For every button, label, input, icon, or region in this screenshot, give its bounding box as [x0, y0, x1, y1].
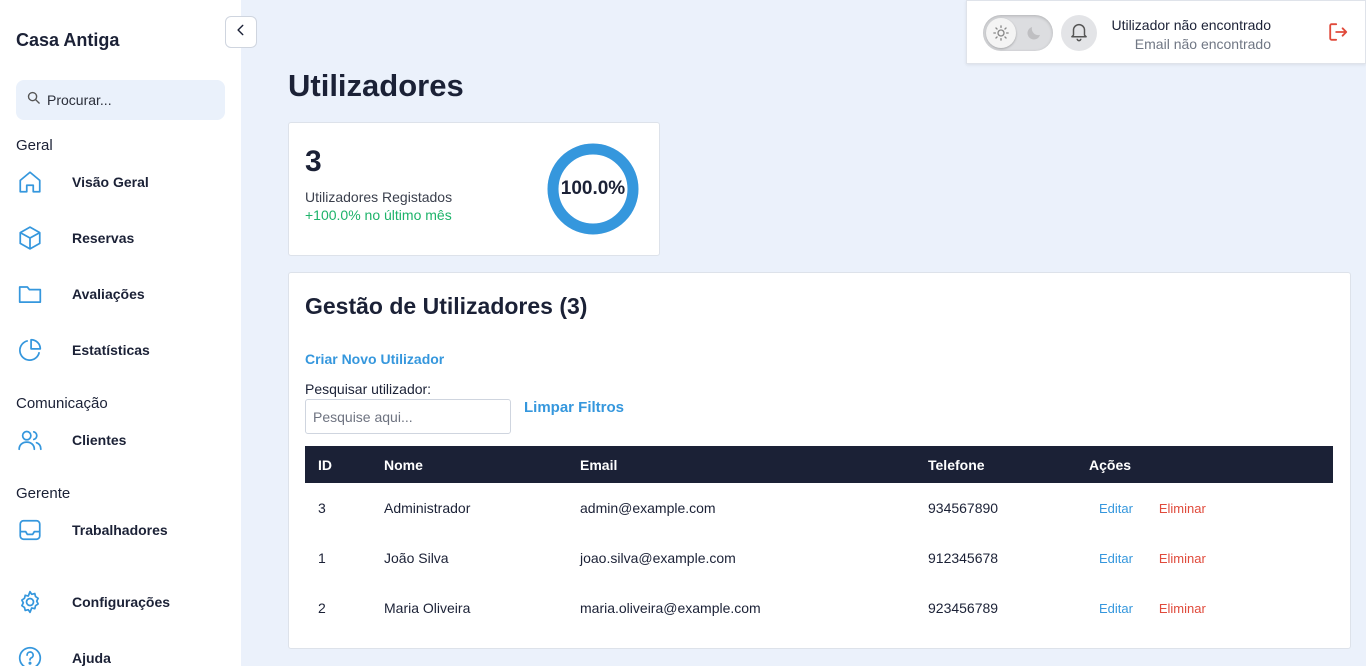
cell-id: 3	[318, 500, 326, 516]
search-icon	[26, 90, 41, 110]
page-title: Utilizadores	[288, 68, 464, 103]
sidebar-item-label: Visão Geral	[72, 174, 149, 190]
table-row: 1 João Silva joao.silva@example.com 9123…	[305, 533, 1333, 583]
search-user-label: Pesquisar utilizador:	[305, 381, 432, 397]
sidebar-item-ajuda[interactable]: Ajuda	[16, 642, 226, 666]
sun-icon	[986, 18, 1016, 48]
sidebar-item-label: Avaliações	[72, 286, 145, 302]
table-header-row: ID Nome Email Telefone Ações	[305, 446, 1333, 483]
cell-telefone: 934567890	[928, 500, 999, 516]
cell-nome: João Silva	[384, 550, 449, 566]
gear-icon	[16, 588, 44, 616]
cell-telefone: 923456789	[928, 600, 999, 616]
cell-email: joao.silva@example.com	[580, 550, 736, 566]
section-title-geral: Geral	[16, 137, 53, 154]
cell-email: maria.oliveira@example.com	[580, 600, 761, 616]
sidebar-collapse-button[interactable]	[225, 16, 257, 48]
theme-toggle[interactable]	[983, 15, 1053, 51]
section-title-comunicacao: Comunicação	[16, 395, 108, 412]
cell-id: 1	[318, 550, 326, 566]
cell-acoes: Editar Eliminar	[1089, 583, 1333, 633]
delete-button[interactable]: Eliminar	[1159, 551, 1206, 566]
edit-button[interactable]: Editar	[1099, 501, 1133, 516]
column-header-email: Email	[580, 456, 618, 473]
users-table: ID Nome Email Telefone Ações 3 Administr…	[305, 446, 1333, 633]
sidebar-item-visao-geral[interactable]: Visão Geral	[16, 166, 226, 198]
sidebar-item-configuracoes[interactable]: Configurações	[16, 586, 226, 618]
cell-acoes: Editar Eliminar	[1089, 533, 1333, 583]
users-count-label: Utilizadores Registados	[305, 189, 453, 205]
section-title-gerente: Gerente	[16, 485, 71, 502]
sidebar-item-trabalhadores[interactable]: Trabalhadores	[16, 514, 226, 546]
folder-icon	[16, 280, 44, 308]
sidebar-item-estatisticas[interactable]: Estatísticas	[16, 334, 226, 366]
create-user-link[interactable]: Criar Novo Utilizador	[305, 351, 444, 367]
cell-nome: Maria Oliveira	[384, 600, 471, 616]
sidebar-item-clientes[interactable]: Clientes	[16, 424, 226, 456]
edit-button[interactable]: Editar	[1099, 551, 1133, 566]
cell-acoes: Editar Eliminar	[1089, 483, 1333, 533]
delete-button[interactable]: Eliminar	[1159, 501, 1206, 516]
users-count: 3	[305, 145, 322, 178]
column-header-nome: Nome	[384, 456, 423, 473]
sidebar-item-label: Clientes	[72, 432, 127, 448]
search-user-input[interactable]	[305, 399, 511, 434]
user-name: Utilizador não encontrado	[1111, 17, 1271, 33]
user-management-card: Gestão de Utilizadores (3) Criar Novo Ut…	[288, 272, 1351, 649]
brand-name: Casa Antiga	[16, 30, 120, 50]
column-header-acoes: Ações	[1089, 456, 1132, 473]
help-icon	[16, 644, 44, 666]
management-title: Gestão de Utilizadores (3)	[305, 293, 588, 319]
users-icon	[16, 426, 44, 454]
chevron-left-icon	[234, 23, 248, 42]
cell-telefone: 912345678	[928, 550, 999, 566]
cell-nome: Administrador	[384, 500, 471, 516]
sidebar-item-label: Configurações	[72, 594, 171, 610]
column-header-telefone: Telefone	[928, 456, 985, 473]
box-icon	[16, 224, 44, 252]
table-row: 2 Maria Oliveira maria.oliveira@example.…	[305, 583, 1333, 633]
sidebar-search-placeholder: Procurar...	[47, 92, 112, 108]
users-growth: +100.0% no último mês	[305, 207, 452, 223]
sidebar-item-label: Trabalhadores	[72, 522, 168, 538]
sidebar-item-label: Reservas	[72, 230, 135, 246]
sidebar-item-reservas[interactable]: Reservas	[16, 222, 226, 254]
sidebar-item-label: Ajuda	[72, 650, 111, 666]
home-icon	[16, 168, 44, 196]
registered-users-card: 3 Utilizadores Registados +100.0% no últ…	[288, 122, 660, 256]
cell-email: admin@example.com	[580, 500, 716, 516]
moon-icon	[1025, 24, 1043, 47]
user-email: Email não encontrado	[1134, 36, 1271, 52]
progress-donut-label: 100.0%	[560, 178, 626, 199]
pie-chart-icon	[16, 336, 44, 364]
clear-filters-link[interactable]: Limpar Filtros	[524, 399, 624, 416]
notifications-button[interactable]	[1061, 15, 1097, 51]
sidebar-search[interactable]: Procurar...	[16, 80, 225, 120]
bell-icon	[1068, 20, 1090, 47]
logout-icon[interactable]	[1327, 21, 1349, 48]
sidebar-item-avaliacoes[interactable]: Avaliações	[16, 278, 226, 310]
edit-button[interactable]: Editar	[1099, 601, 1133, 616]
sidebar: Casa Antiga Procurar... Geral Visão Gera…	[0, 0, 241, 666]
sidebar-item-label: Estatísticas	[72, 342, 150, 358]
cell-id: 2	[318, 600, 326, 616]
table-row: 3 Administrador admin@example.com 934567…	[305, 483, 1333, 533]
user-panel: Utilizador não encontrado Email não enco…	[966, 0, 1366, 64]
inbox-icon	[16, 516, 44, 544]
column-header-id: ID	[318, 456, 332, 473]
delete-button[interactable]: Eliminar	[1159, 601, 1206, 616]
